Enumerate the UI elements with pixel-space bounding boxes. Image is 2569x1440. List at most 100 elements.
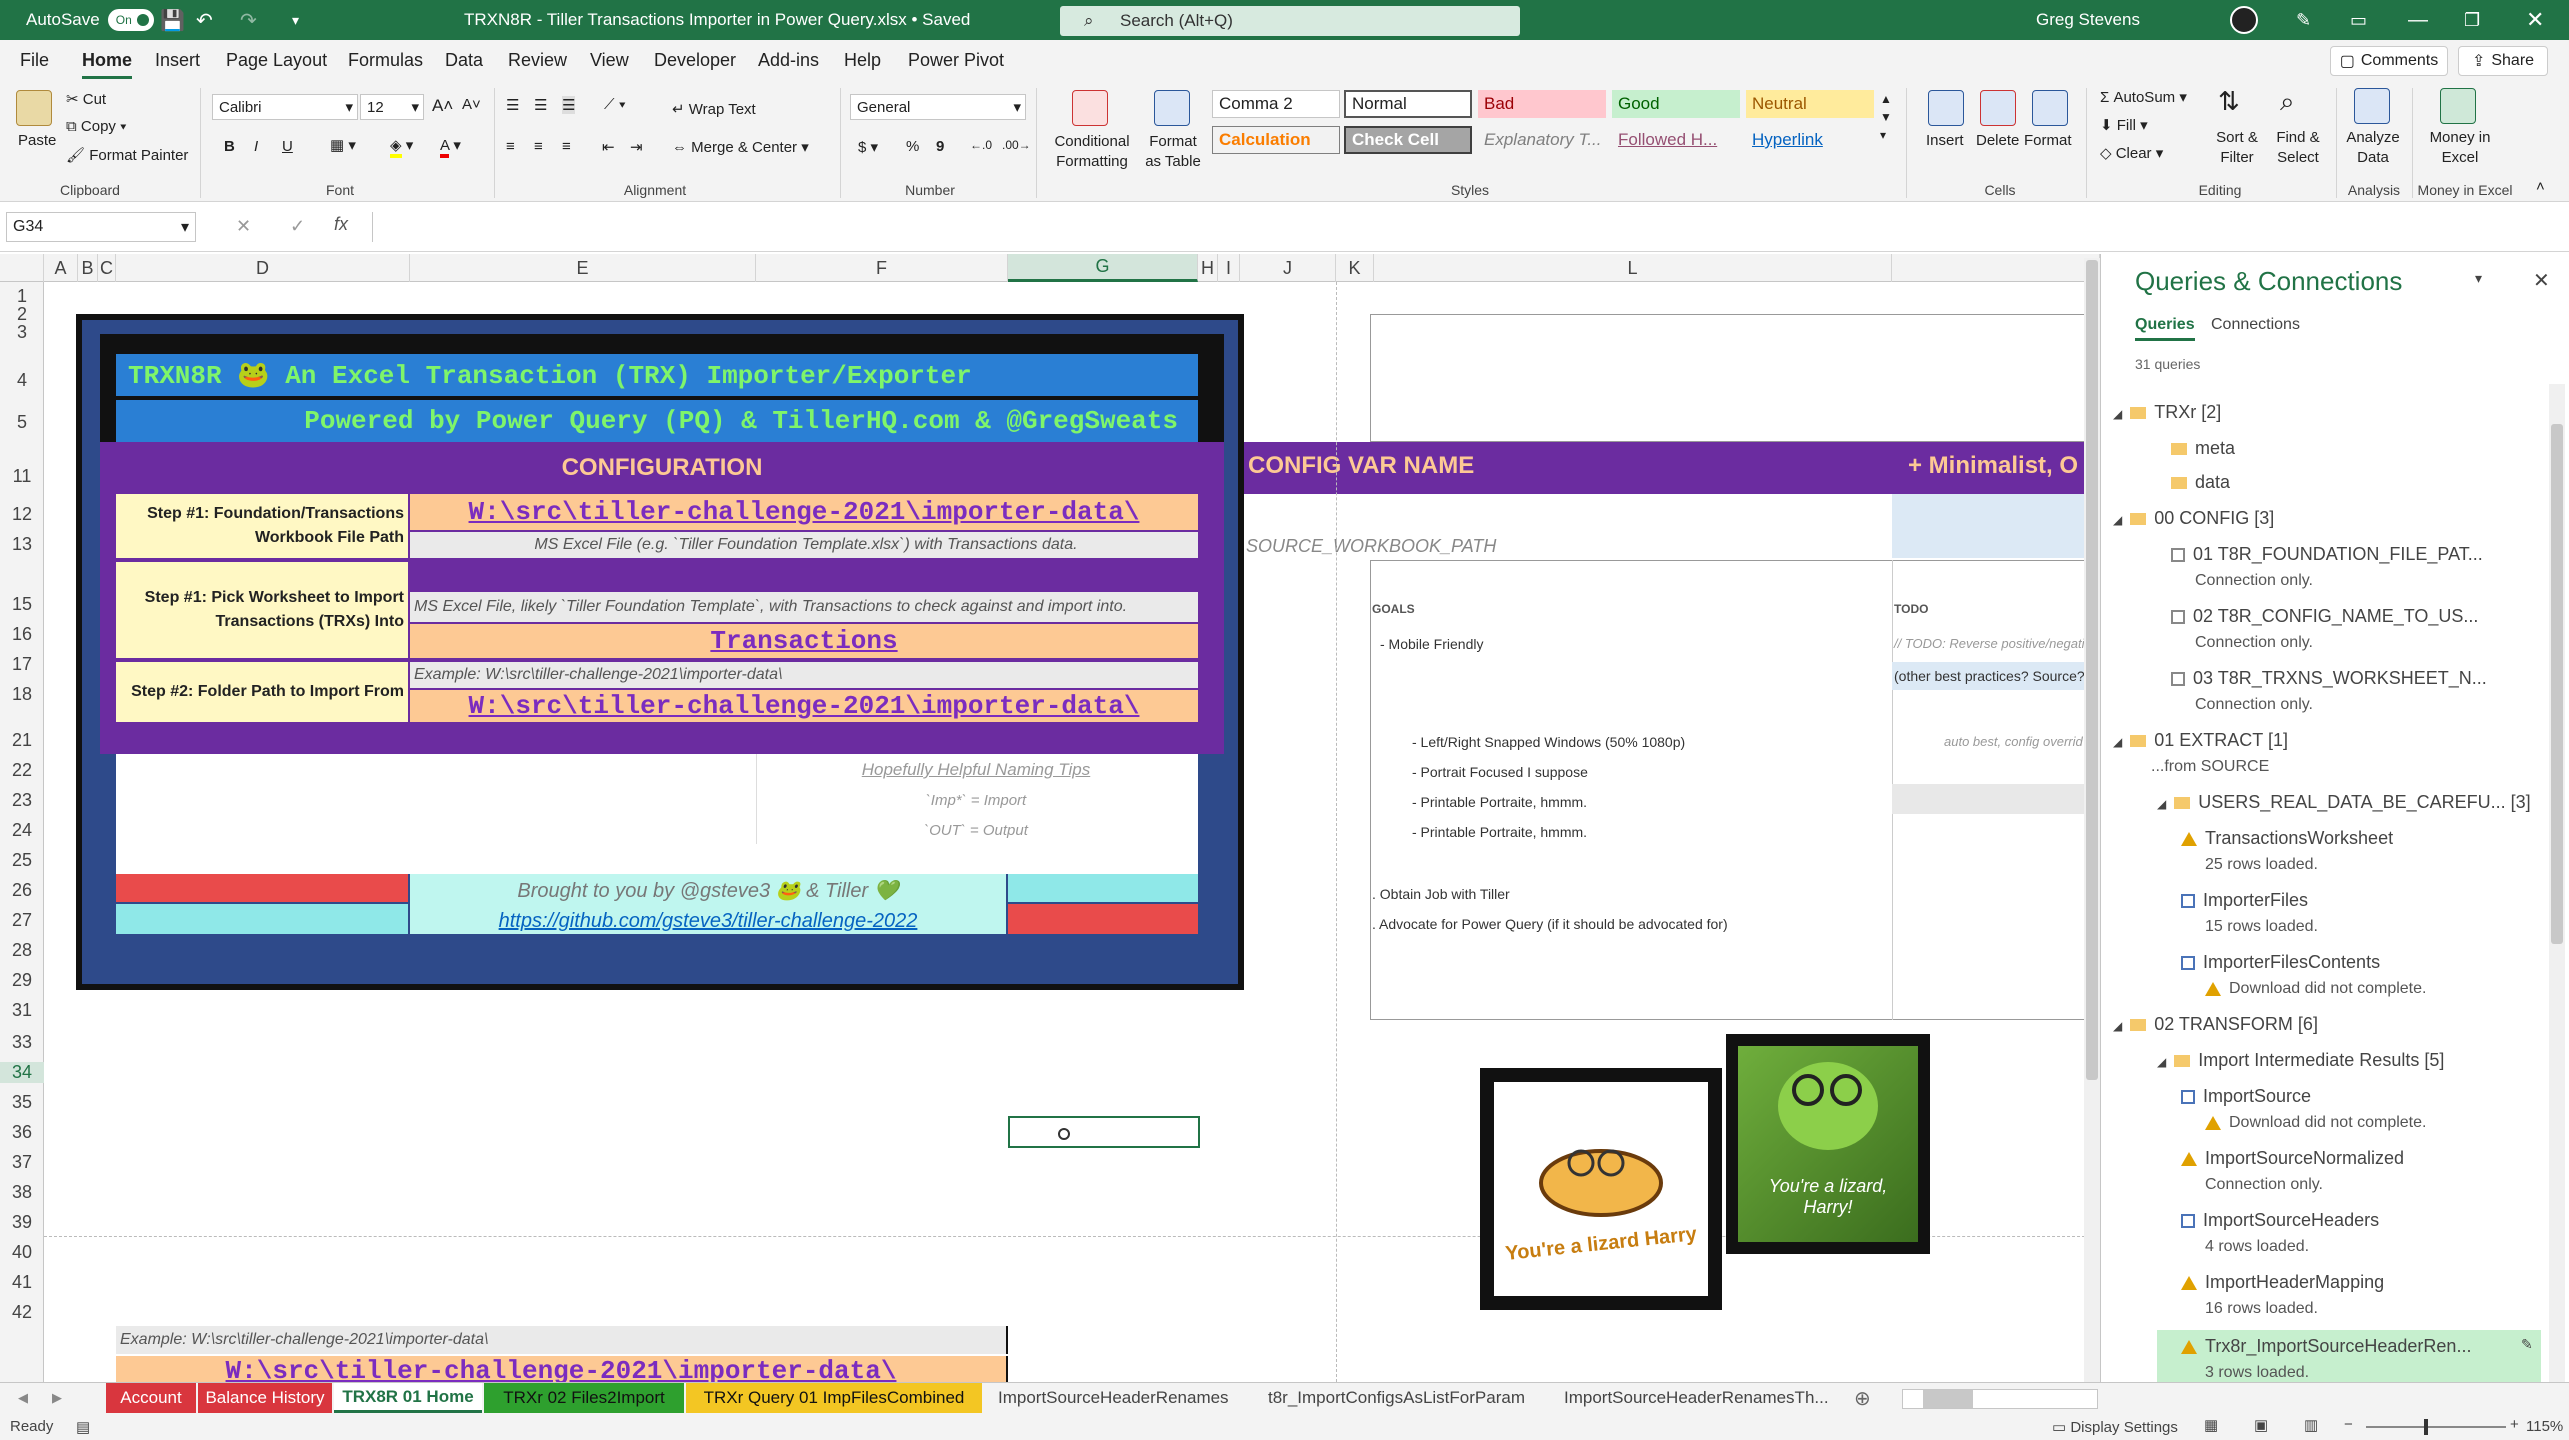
query-group[interactable]: ◢ 02 TRANSFORM [6] xyxy=(2113,1014,2318,1035)
align-right-icon[interactable]: ≡ xyxy=(562,138,571,155)
tab-formulas[interactable]: Formulas xyxy=(348,50,423,71)
zoom-in-icon[interactable]: + xyxy=(2510,1416,2519,1433)
row-header[interactable]: 38 xyxy=(0,1182,44,1203)
add-sheet-icon[interactable]: ⊕ xyxy=(1846,1383,1879,1413)
query-group[interactable]: ◢ TRXr [2] xyxy=(2113,402,2221,423)
row-header[interactable]: 26 xyxy=(0,880,44,901)
decrease-font-icon[interactable]: A˅ xyxy=(462,96,481,113)
autosave[interactable]: AutoSave On xyxy=(26,0,154,40)
page-break-view-icon[interactable]: ▥ xyxy=(2304,1416,2318,1434)
zoom-level[interactable]: 115% xyxy=(2526,1418,2563,1435)
query-item[interactable]: ImportSourceHeaders xyxy=(2181,1210,2379,1231)
undo-icon[interactable]: ↶ xyxy=(196,0,213,40)
orientation-icon[interactable]: ⟋ ▾ xyxy=(604,96,626,113)
row-header[interactable]: 16 xyxy=(0,624,44,645)
find-icon[interactable]: ⌕ xyxy=(2280,86,2295,118)
wrap-text-button[interactable]: ↵ Wrap Text xyxy=(672,100,756,118)
bold-button[interactable]: B xyxy=(224,138,235,155)
column-header[interactable]: F xyxy=(756,254,1008,282)
sheet-tab[interactable]: TRXr Query 01 ImpFilesCombined xyxy=(686,1383,982,1413)
column-header[interactable]: L xyxy=(1374,254,1892,282)
sheet-tab[interactable]: ImportSourceHeaderRenames xyxy=(990,1383,1237,1413)
display-settings-button[interactable]: ▭ Display Settings xyxy=(2052,1418,2178,1436)
selected-cell-g34[interactable] xyxy=(1008,1116,1200,1148)
normal-view-icon[interactable]: ▦ xyxy=(2204,1416,2218,1434)
scrollbar-thumb[interactable] xyxy=(1923,1390,1973,1408)
query-item[interactable]: ImporterFilesContents xyxy=(2181,952,2380,973)
query-item[interactable]: TransactionsWorksheet xyxy=(2181,828,2393,849)
query-item[interactable]: ImportHeaderMapping xyxy=(2181,1272,2384,1293)
row-header[interactable]: 42 xyxy=(0,1302,44,1323)
select-all-corner[interactable] xyxy=(0,254,44,282)
tab-connections[interactable]: Connections xyxy=(2211,316,2300,334)
insert-function-button[interactable]: fx xyxy=(334,214,348,235)
page-layout-view-icon[interactable]: ▣ xyxy=(2254,1416,2268,1434)
query-item[interactable]: Trx8r_ImportSourceHeaderRen... xyxy=(2181,1336,2471,1357)
tab-view[interactable]: View xyxy=(590,50,629,71)
row-header[interactable]: 22 xyxy=(0,760,44,781)
column-header[interactable]: J xyxy=(1240,254,1336,282)
row-header[interactable]: 3 xyxy=(0,322,44,343)
column-header-selected[interactable]: G xyxy=(1008,254,1198,282)
increase-decimal-icon[interactable]: ←.0 xyxy=(970,138,992,152)
avatar[interactable] xyxy=(2230,0,2258,40)
row-header[interactable]: 33 xyxy=(0,1032,44,1053)
save-icon[interactable]: 💾 xyxy=(160,0,185,40)
row-header[interactable]: 5 xyxy=(0,412,44,433)
tab-developer[interactable]: Developer xyxy=(654,50,736,71)
format-cells-button[interactable]: Format xyxy=(2024,132,2072,149)
row-header[interactable]: 29 xyxy=(0,970,44,991)
row-header[interactable]: 28 xyxy=(0,940,44,961)
format-as-table-button[interactable]: Format as Table xyxy=(1140,132,1206,171)
tab-insert[interactable]: Insert xyxy=(155,50,200,71)
paste-icon[interactable] xyxy=(16,90,52,126)
query-group[interactable]: ◢ 00 CONFIG [3] xyxy=(2113,508,2274,529)
query-item[interactable]: 01 T8R_FOUNDATION_FILE_PAT... xyxy=(2171,544,2483,565)
number-format-select[interactable]: General ▾ xyxy=(850,94,1026,120)
style-neutral[interactable]: Neutral xyxy=(1746,90,1874,118)
decrease-decimal-icon[interactable]: .00→ xyxy=(1002,138,1031,152)
github-link[interactable]: https://github.com/gsteve3/tiller-challe… xyxy=(410,910,1006,933)
share-button[interactable]: ⇪ Share xyxy=(2458,46,2548,76)
column-header[interactable]: H xyxy=(1198,254,1218,282)
insert-cells-icon[interactable] xyxy=(1928,90,1964,126)
tab-data[interactable]: Data xyxy=(445,50,483,71)
underline-button[interactable]: U xyxy=(282,138,293,155)
style-check-cell[interactable]: Check Cell xyxy=(1344,126,1472,154)
user-name[interactable]: Greg Stevens xyxy=(2036,0,2140,40)
row-header[interactable]: 40 xyxy=(0,1242,44,1263)
style-good[interactable]: Good xyxy=(1612,90,1740,118)
sort-filter-icon[interactable]: ⇅ xyxy=(2218,86,2240,117)
row-header[interactable]: 41 xyxy=(0,1272,44,1293)
column-header[interactable]: K xyxy=(1336,254,1374,282)
tab-queries[interactable]: Queries xyxy=(2135,316,2195,341)
query-item[interactable]: ImporterFiles xyxy=(2181,890,2308,911)
font-color-icon[interactable]: A ▾ xyxy=(440,136,461,158)
column-header[interactable]: A xyxy=(44,254,78,282)
increase-indent-icon[interactable]: ⇥ xyxy=(630,138,643,156)
autosum-button[interactable]: Σ AutoSum ▾ xyxy=(2100,88,2187,106)
tab-help[interactable]: Help xyxy=(844,50,881,71)
row-header[interactable]: 24 xyxy=(0,820,44,841)
money-in-excel-icon[interactable] xyxy=(2440,88,2476,124)
format-cells-icon[interactable] xyxy=(2032,90,2068,126)
tab-page-layout[interactable]: Page Layout xyxy=(226,50,327,71)
row-header[interactable]: 27 xyxy=(0,910,44,931)
column-header[interactable] xyxy=(1892,254,2100,282)
query-item[interactable]: ImportSourceNormalized xyxy=(2181,1148,2404,1169)
font-name-select[interactable]: Calibri ▾ xyxy=(212,94,358,120)
format-painter-button[interactable]: 🖌 Format Painter xyxy=(66,146,188,164)
style-calculation[interactable]: Calculation xyxy=(1212,126,1340,154)
step2-value[interactable]: W:\src\tiller-challenge-2021\importer-da… xyxy=(410,690,1198,722)
align-middle-icon[interactable]: ☰ xyxy=(534,96,547,114)
step1-value[interactable]: W:\src\tiller-challenge-2021\importer-da… xyxy=(410,494,1198,530)
query-item[interactable]: 03 T8R_TRXNS_WORKSHEET_N... xyxy=(2171,668,2487,689)
sheet-tab[interactable]: ImportSourceHeaderRenamesTh... xyxy=(1556,1383,1846,1413)
tab-home[interactable]: Home xyxy=(82,50,133,79)
search-input[interactable]: ⌕ Search (Alt+Q) xyxy=(1060,6,1520,36)
next-sheet-icon[interactable]: ▶ xyxy=(44,1383,70,1413)
autosave-toggle[interactable]: On xyxy=(107,9,154,31)
money-in-excel-button[interactable]: Money in Excel xyxy=(2420,128,2500,167)
conditional-formatting-button[interactable]: Conditional Formatting xyxy=(1046,132,1138,171)
lower-value[interactable]: W:\src\tiller-challenge-2021\importer-da… xyxy=(116,1356,1008,1382)
